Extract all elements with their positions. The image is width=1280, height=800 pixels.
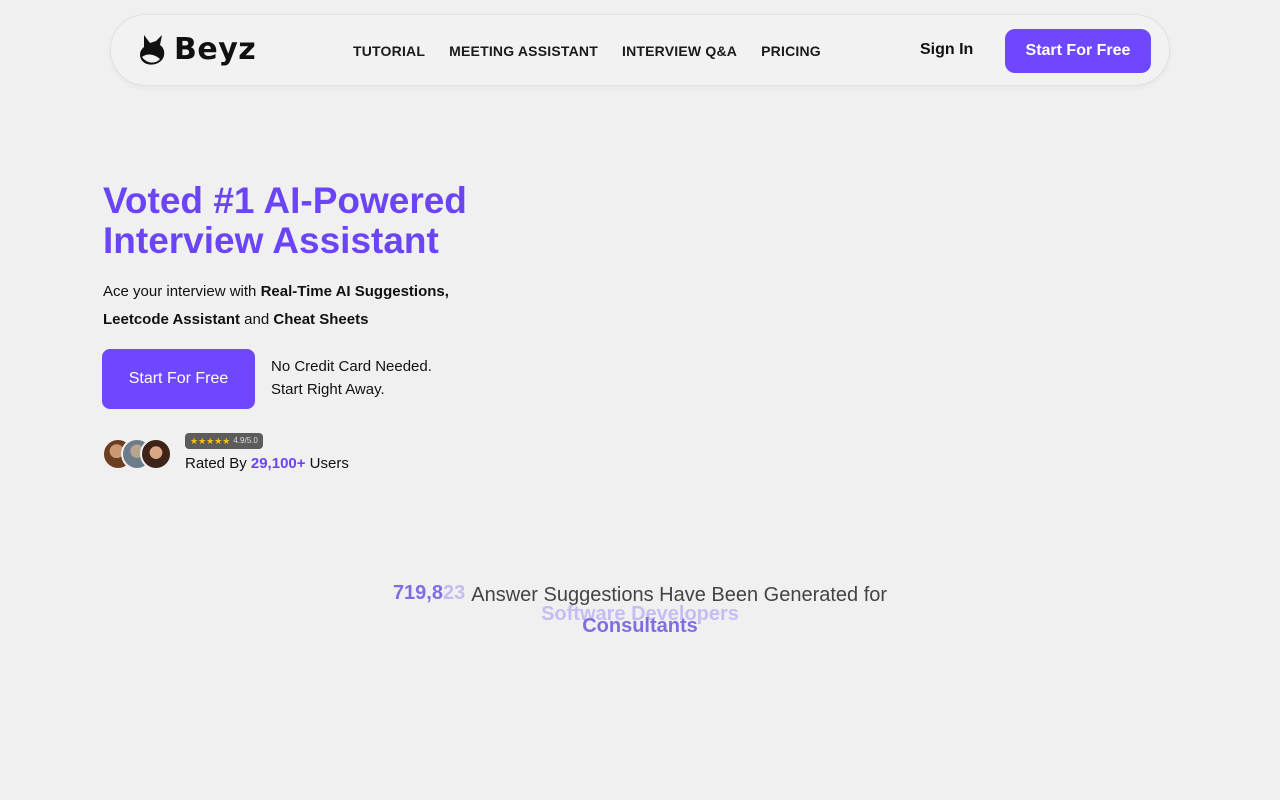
hero-sub-leetcode: Leetcode Assistant <box>103 311 240 328</box>
no-card-line: No Credit Card Needed. <box>271 358 432 375</box>
nav-start-free-button[interactable]: Start For Free <box>1005 29 1151 73</box>
rating-badge: ★★★★★ 4.9/5.0 <box>185 433 263 449</box>
rating-value: 4.9/5.0 <box>233 436 258 445</box>
rated-suffix: Users <box>305 455 349 472</box>
role-current: Consultants <box>582 615 698 637</box>
top-navbar: Beyz TUTORIAL MEETING ASSISTANT INTERVIE… <box>110 14 1170 86</box>
hero-sub-cheatsheets: Cheat Sheets <box>273 311 369 328</box>
role-rotator: Software Developers Consultants <box>0 603 1280 643</box>
start-away-line: Start Right Away. <box>271 381 385 398</box>
no-credit-card-note: No Credit Card Needed. Start Right Away. <box>271 355 432 401</box>
hero-sub-and: and <box>240 311 274 328</box>
hero-sub-prefix: Ace your interview with <box>103 283 261 300</box>
hero-start-free-button[interactable]: Start For Free <box>102 349 255 409</box>
suggestions-count: 719,823 <box>393 582 465 605</box>
nav-link-interview-qa[interactable]: INTERVIEW Q&A <box>622 43 737 59</box>
nav-link-pricing[interactable]: PRICING <box>761 43 821 59</box>
count-flipping-digits: 23 <box>443 582 466 604</box>
nav-link-meeting-assistant[interactable]: MEETING ASSISTANT <box>449 43 598 59</box>
avatar <box>140 438 172 470</box>
hero-title: Voted #1 AI-Powered Interview Assistant <box>103 180 467 261</box>
star-rating-icon: ★★★★★ <box>190 436 231 446</box>
beyz-logo[interactable]: Beyz <box>138 33 256 67</box>
count-main: 719,8 <box>392 582 443 604</box>
nav-links: TUTORIAL MEETING ASSISTANT INTERVIEW Q&A… <box>353 15 821 87</box>
logo-text: Beyz <box>174 32 257 67</box>
fox-logo-icon <box>140 35 165 65</box>
user-avatars <box>102 438 176 472</box>
sign-in-link[interactable]: Sign In <box>920 41 973 59</box>
user-count: 29,100+ <box>250 455 306 472</box>
nav-link-tutorial[interactable]: TUTORIAL <box>353 43 425 59</box>
rated-prefix: Rated By <box>185 455 251 472</box>
rated-by-users: Rated By 29,100+ Users <box>185 455 349 472</box>
hero-subtitle: Ace your interview with Real-Time AI Sug… <box>103 278 503 334</box>
hero-sub-realtime: Real-Time AI Suggestions, <box>260 283 449 300</box>
